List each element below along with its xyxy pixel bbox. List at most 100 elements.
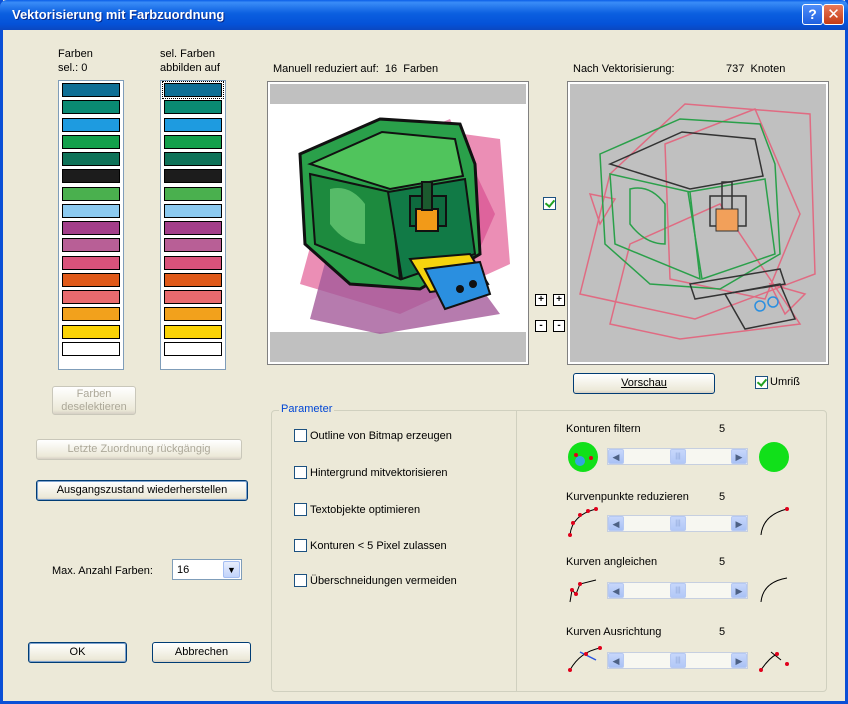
color-swatch[interactable] (62, 169, 120, 184)
smooth-curves-before-icon (569, 579, 597, 603)
color-swatch[interactable] (164, 324, 222, 339)
option-checkbox[interactable] (294, 466, 307, 479)
slider-thumb[interactable]: ||| (670, 583, 686, 598)
deselect-colors-button[interactable]: Farben deselektieren (52, 386, 136, 415)
color-swatch[interactable] (62, 341, 120, 356)
color-swatch[interactable] (164, 238, 222, 253)
slider-value-curve-alignment: 5 (719, 626, 726, 638)
color-swatch[interactable] (62, 203, 120, 218)
slider-thumb[interactable]: ||| (670, 449, 686, 464)
color-swatch[interactable] (62, 186, 120, 201)
close-button[interactable]: ✕ (823, 4, 844, 25)
contour-filter-after-icon (759, 442, 789, 472)
option-checkbox[interactable] (294, 503, 307, 516)
color-swatch[interactable] (164, 134, 222, 149)
slider-label-contour-filter: Konturen filtern (566, 423, 641, 435)
color-swatch[interactable] (62, 100, 120, 115)
chevron-left-icon[interactable]: ◀ (608, 583, 624, 598)
color-swatch[interactable] (62, 117, 120, 132)
preview-label: Vorschau (621, 377, 667, 389)
color-swatch[interactable] (164, 341, 222, 356)
curve-alignment-after-icon (759, 651, 789, 672)
outline-checkbox[interactable] (755, 376, 768, 389)
help-button[interactable]: ? (802, 4, 823, 25)
zoom-out-left-button[interactable]: - (535, 320, 547, 332)
option-checkbox[interactable] (294, 539, 307, 552)
color-swatch[interactable] (62, 152, 120, 166)
group-divider (516, 411, 517, 691)
chevron-right-icon[interactable]: ▶ (731, 653, 747, 668)
zoom-in-left-button[interactable]: + (535, 294, 547, 306)
outline-label: Umriß (770, 376, 800, 388)
vector-caption-count: 737 Knoten (726, 63, 785, 75)
max-colors-label: Max. Anzahl Farben: (52, 565, 153, 577)
color-swatch[interactable] (62, 238, 120, 253)
color-swatch[interactable] (164, 255, 222, 270)
source-color-list[interactable] (58, 80, 124, 370)
chevron-left-icon[interactable]: ◀ (608, 516, 624, 531)
color-swatch[interactable] (164, 117, 222, 132)
color-swatch[interactable] (164, 186, 222, 201)
vector-image-pane[interactable] (567, 81, 829, 365)
mapped-header-2: abbilden auf (160, 62, 220, 74)
option-label-overlap: Überschneidungen vermeiden (310, 575, 457, 587)
color-swatch[interactable] (164, 290, 222, 304)
curve-alignment-slider[interactable]: ◀ ||| ▶ (607, 652, 748, 669)
color-swatch[interactable] (62, 324, 120, 339)
curve-alignment-before-icon (568, 646, 602, 672)
farben-header: Farben (58, 48, 93, 60)
deselect-label-1: Farben (76, 388, 112, 400)
color-swatch[interactable] (62, 290, 120, 304)
color-swatch[interactable] (164, 272, 222, 287)
sync-views-checkbox[interactable] (543, 197, 556, 210)
color-swatch[interactable] (164, 152, 222, 166)
zoom-out-right-button[interactable]: - (553, 320, 565, 332)
slider-value-contour-filter: 5 (719, 423, 726, 435)
original-count: 16 (384, 63, 398, 75)
color-swatch[interactable] (164, 169, 222, 184)
color-swatch[interactable] (62, 307, 120, 322)
max-colors-select[interactable]: 16 ▼ (172, 559, 242, 580)
color-swatch[interactable] (62, 255, 120, 270)
chevron-left-icon[interactable]: ◀ (608, 653, 624, 668)
original-image-pane[interactable] (267, 81, 529, 365)
option-checkbox[interactable] (294, 429, 307, 442)
color-swatch[interactable] (62, 134, 120, 149)
smooth-curves-slider[interactable]: ◀ ||| ▶ (607, 582, 748, 599)
chevron-down-icon[interactable]: ▼ (223, 561, 240, 578)
color-swatch[interactable] (164, 100, 222, 115)
color-swatch[interactable] (62, 272, 120, 287)
option-checkbox[interactable] (294, 574, 307, 587)
max-colors-value: 16 (177, 564, 190, 576)
ok-button[interactable]: OK (28, 642, 127, 663)
preview-button[interactable]: Vorschau (573, 373, 715, 394)
color-swatch[interactable] (162, 81, 224, 99)
slider-label-reduce-points: Kurvenpunkte reduzieren (566, 491, 689, 503)
farben-selected-count: sel.: 0 (58, 62, 88, 74)
slider-thumb[interactable]: ||| (670, 516, 686, 531)
zoom-in-right-button[interactable]: + (553, 294, 565, 306)
slider-thumb[interactable]: ||| (670, 653, 686, 668)
chevron-right-icon[interactable]: ▶ (731, 449, 747, 464)
option-label-background: Hintergrund mitvektorisieren (310, 467, 448, 479)
chevron-right-icon[interactable]: ▶ (731, 516, 747, 531)
deselect-label-2: deselektieren (61, 401, 127, 413)
reduce-points-slider[interactable]: ◀ ||| ▶ (607, 515, 748, 532)
window-title: Vektorisierung mit Farbzuordnung (12, 7, 225, 22)
contour-filter-slider[interactable]: ◀ ||| ▶ (607, 448, 748, 465)
undo-last-mapping-button[interactable]: Letzte Zuordnung rückgängig (36, 439, 242, 460)
chevron-right-icon[interactable]: ▶ (731, 583, 747, 598)
option-label-textobjects: Textobjekte optimieren (310, 504, 421, 516)
color-swatch[interactable] (164, 221, 222, 235)
target-color-list[interactable] (160, 80, 226, 370)
option-label-contours: Konturen < 5 Pixel zulassen (310, 540, 447, 552)
restore-initial-button[interactable]: Ausgangszustand wiederherstellen (36, 480, 248, 501)
color-swatch[interactable] (164, 307, 222, 322)
cancel-button[interactable]: Abbrechen (152, 642, 251, 663)
dialog-window: Vektorisierung mit Farbzuordnung ? ✕ Far… (0, 0, 848, 704)
color-swatch[interactable] (164, 203, 222, 218)
color-swatch[interactable] (62, 221, 120, 235)
chevron-left-icon[interactable]: ◀ (608, 449, 624, 464)
color-swatch[interactable] (62, 83, 120, 97)
tape-measure-vector-image (579, 103, 816, 340)
